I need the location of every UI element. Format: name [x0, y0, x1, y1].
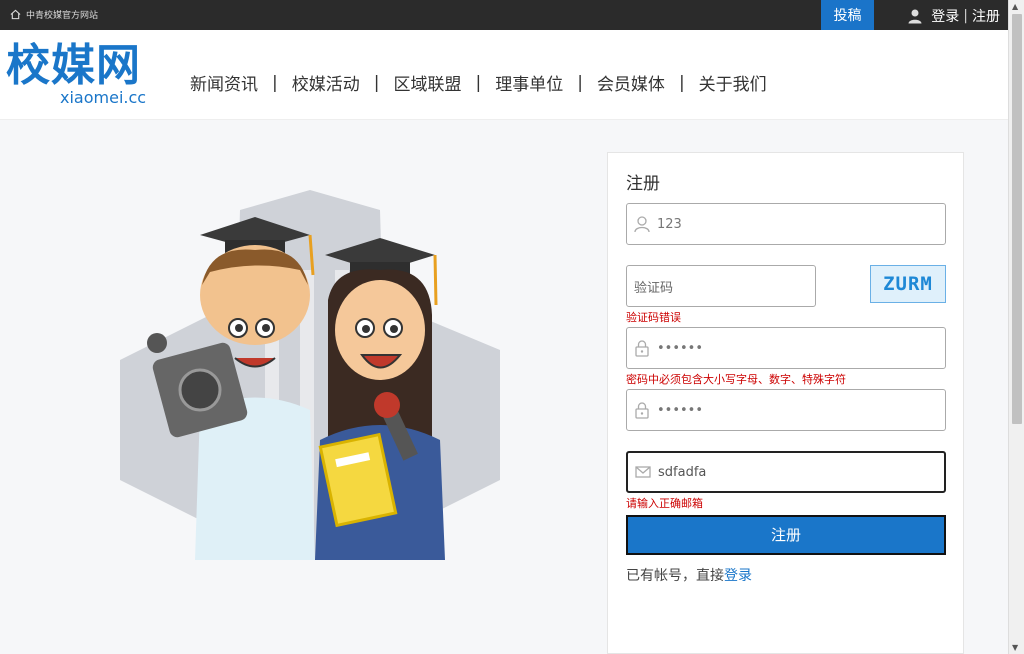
captcha-image[interactable]: ZURM — [870, 265, 946, 303]
confirm-password-field[interactable]: •••••• — [626, 389, 946, 431]
scroll-thumb[interactable] — [1012, 14, 1022, 424]
username-value: 123 — [657, 216, 682, 232]
register-title: 注册 — [626, 174, 660, 194]
mail-icon — [635, 466, 651, 478]
user-icon — [634, 216, 650, 233]
email-field[interactable]: sdfadfa — [626, 451, 946, 493]
auth-links: 登录 | 注册 — [907, 6, 1000, 26]
captcha-placeholder: 验证码 — [634, 280, 674, 296]
nav-item-member-media[interactable]: 会员媒体 — [597, 70, 665, 95]
site-label[interactable]: 中青校媒官方网站 — [10, 8, 98, 21]
page-scrollbar[interactable]: ▲ ▼ — [1008, 0, 1024, 654]
captcha-field[interactable]: 验证码 — [626, 265, 816, 307]
password-field[interactable]: •••••• — [626, 327, 946, 369]
students-illustration — [120, 190, 500, 560]
nav-item-regional-alliance[interactable]: 区域联盟 — [393, 70, 461, 95]
register-submit-button[interactable]: 注册 — [626, 515, 946, 555]
has-account-text: 已有帐号，直接 — [626, 568, 724, 584]
auth-separator: | — [963, 8, 968, 24]
captcha-error: 验证码错误 — [626, 311, 681, 324]
nav-separator: | — [475, 72, 482, 93]
female-student — [315, 238, 445, 560]
register-link[interactable]: 注册 — [972, 6, 1000, 26]
logo-domain: xiaomei.cc — [60, 88, 147, 107]
lock-icon — [635, 340, 649, 357]
nav-item-council[interactable]: 理事单位 — [495, 70, 563, 95]
register-panel: 注册 123 验证码 ZURM 验证码错误 •••••• 密码中必须包含大小写字… — [607, 152, 964, 654]
nav-separator: | — [272, 72, 278, 93]
login-link[interactable]: 登录 — [931, 6, 959, 26]
lock-icon — [635, 402, 649, 419]
username-field[interactable]: 123 — [626, 203, 946, 245]
nav-separator: | — [678, 72, 685, 93]
site-label-text: 中青校媒官方网站 — [26, 11, 99, 21]
password-error: 密码中必须包含大小写字母、数字、特殊字符 — [626, 373, 846, 386]
home-icon — [10, 9, 21, 20]
user-icon — [908, 9, 922, 24]
main-nav: 新闻资讯 | 校媒活动 | 区域联盟 | 理事单位 | 会员媒体 | 关于我们 — [190, 70, 767, 96]
email-value: sdfadfa — [658, 464, 707, 480]
login-prompt: 已有帐号，直接登录 — [626, 565, 752, 585]
nav-item-news[interactable]: 新闻资讯 — [190, 70, 258, 95]
email-error: 请输入正确邮箱 — [626, 497, 703, 510]
confirm-password-value: •••••• — [657, 402, 704, 418]
nav-item-about[interactable]: 关于我们 — [699, 70, 767, 95]
nav-separator: | — [577, 72, 583, 93]
login-link-bottom[interactable]: 登录 — [724, 568, 752, 584]
site-logo[interactable]: 校媒网 xiaomei.cc — [6, 40, 146, 108]
logo-chinese: 校媒网 — [6, 40, 141, 91]
site-header: 校媒网 xiaomei.cc 新闻资讯 | 校媒活动 | 区域联盟 | 理事单位… — [0, 30, 1008, 120]
password-value: •••••• — [657, 340, 704, 356]
scroll-up-arrow-icon[interactable]: ▲ — [1012, 2, 1018, 11]
nav-separator: | — [373, 72, 380, 93]
scroll-down-arrow-icon[interactable]: ▼ — [1012, 643, 1018, 652]
nav-item-activities[interactable]: 校媒活动 — [292, 70, 360, 95]
